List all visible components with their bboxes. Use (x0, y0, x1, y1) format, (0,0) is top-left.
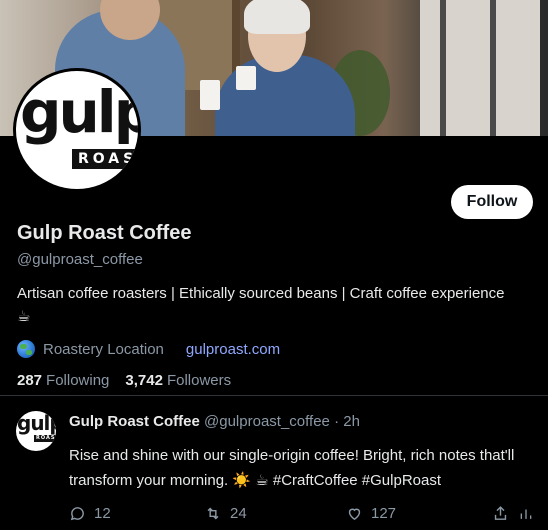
retweet-icon (207, 507, 219, 520)
following-count: 287 (17, 372, 43, 389)
section-divider (0, 395, 548, 396)
banner-window (420, 0, 540, 136)
follow-stats: 287 Following 3,742 Followers (17, 372, 247, 389)
share-button[interactable] (492, 505, 517, 522)
like-button[interactable]: 127 (346, 505, 396, 522)
followers-count: 3,742 (125, 372, 163, 389)
reply-count: 12 (94, 505, 111, 522)
reply-button[interactable]: 12 (69, 505, 111, 522)
tweet-header: Gulp Roast Coffee @gulproast_coffee · 2h (69, 413, 360, 430)
profile-handle: @gulproast_coffee (17, 251, 143, 268)
heart-icon (348, 508, 361, 521)
tweet-author-handle[interactable]: @gulproast_coffee (204, 413, 330, 430)
reply-icon (70, 507, 84, 521)
globe-icon (17, 340, 35, 358)
profile-avatar[interactable]: gulp ROAST (13, 68, 141, 192)
views-icon (520, 509, 532, 519)
views-button[interactable] (518, 505, 542, 522)
followers-label: Followers (166, 372, 232, 389)
banner-coffee-cup (200, 80, 220, 110)
logo-word: gulp (17, 411, 56, 435)
like-count: 127 (371, 505, 397, 522)
follow-button[interactable]: Follow (451, 185, 533, 219)
logo-sub: ROAST (34, 435, 56, 442)
profile-website-link[interactable]: gulproast.com (186, 341, 280, 358)
tweet-time[interactable]: 2h (343, 413, 360, 430)
tweet-author-name[interactable]: Gulp Roast Coffee (69, 413, 200, 430)
profile-name: Gulp Roast Coffee (17, 222, 192, 244)
logo-word: gulp (20, 78, 141, 146)
banner-person-hair (244, 0, 310, 34)
profile-meta: Roastery Location gulproast.com (17, 340, 280, 358)
profile-bio: Artisan coffee roasters | Ethically sour… (17, 285, 505, 325)
tweet-text: Rise and shine with our single-origin co… (69, 443, 539, 493)
tweet-avatar[interactable]: gulp ROAST (16, 411, 56, 451)
logo-sub: ROAST (72, 149, 138, 169)
following-stat[interactable]: 287 Following (17, 372, 109, 389)
banner-coffee-cup (236, 66, 256, 90)
tweet-actions: 12 24 127 (0, 505, 548, 527)
tweet-separator: · (334, 413, 340, 430)
retweet-button[interactable]: 24 (204, 505, 247, 522)
tweet-hashtags[interactable]: #CraftCoffee #GulpRoast (273, 472, 441, 489)
followers-stat[interactable]: 3,742 Followers (125, 372, 231, 389)
following-label: Following (46, 372, 110, 389)
retweet-count: 24 (230, 505, 247, 522)
profile-location: Roastery Location (43, 340, 164, 358)
share-icon (494, 506, 507, 520)
